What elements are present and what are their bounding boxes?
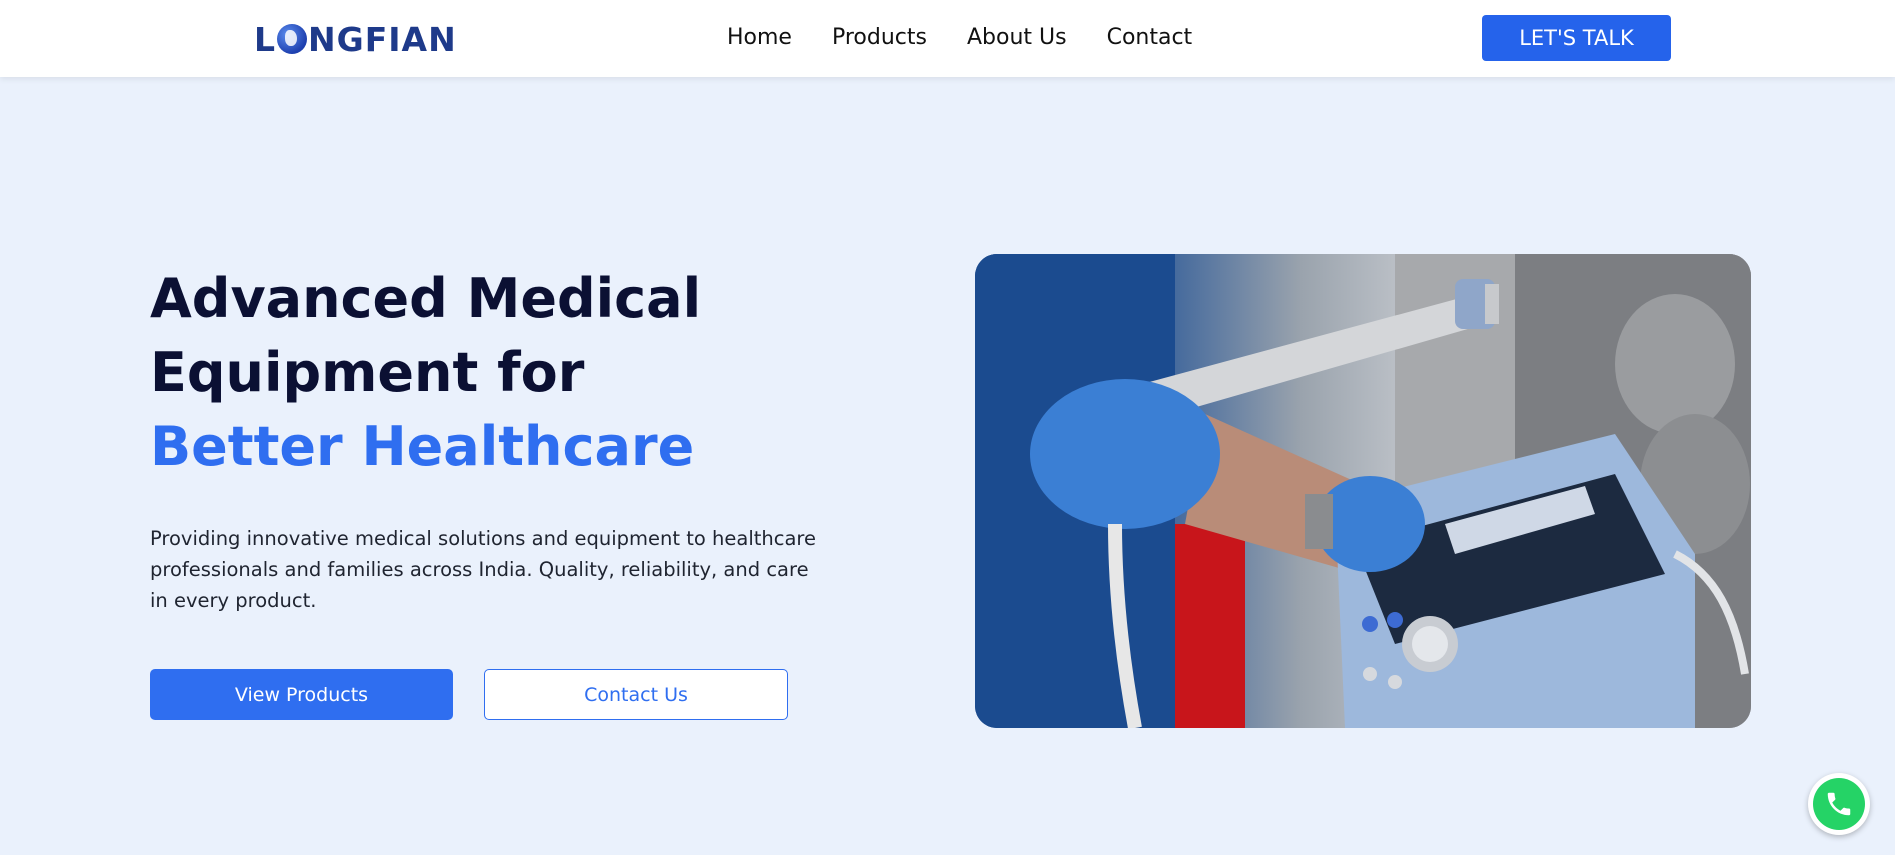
hero-title: Advanced Medical Equipment for Better He…	[150, 262, 701, 484]
hero-image	[975, 254, 1751, 728]
whatsapp-button[interactable]	[1808, 773, 1870, 835]
hero-description: Providing innovative medical solutions a…	[150, 527, 816, 612]
medical-device-illustration	[975, 254, 1751, 728]
site-header: L NGFIAN Home Products About Us Contact …	[0, 0, 1895, 77]
lets-talk-button[interactable]: LET'S TALK	[1482, 15, 1671, 61]
brand-logo[interactable]: L NGFIAN	[254, 19, 457, 59]
hero-title-line-1: Advanced Medical	[150, 267, 702, 330]
globe-icon	[277, 24, 308, 54]
nav-contact[interactable]: Contact	[1107, 25, 1193, 50]
contact-us-button[interactable]: Contact Us	[484, 669, 788, 720]
nav-about-us[interactable]: About Us	[967, 25, 1067, 50]
whatsapp-icon	[1813, 778, 1865, 830]
hero-title-line-2: Equipment for	[150, 341, 585, 404]
phone-handset-icon	[1827, 792, 1851, 816]
logo-text-prefix: L	[254, 19, 277, 59]
nav-home[interactable]: Home	[727, 25, 792, 50]
main-nav: Home Products About Us Contact	[727, 25, 1192, 50]
view-products-button[interactable]: View Products	[150, 669, 453, 720]
hero-title-accent: Better Healthcare	[150, 415, 695, 478]
logo-text-suffix: NGFIAN	[308, 19, 457, 59]
nav-products[interactable]: Products	[832, 25, 927, 50]
